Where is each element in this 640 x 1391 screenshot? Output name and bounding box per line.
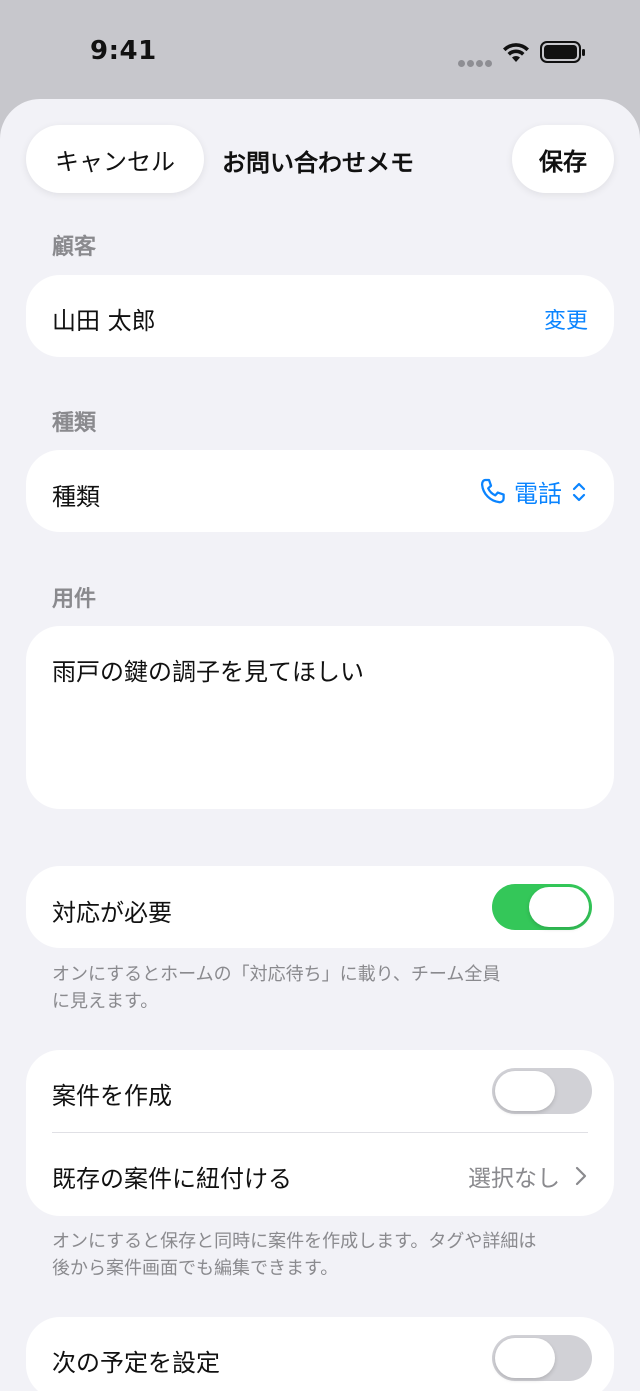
next-schedule-toggle[interactable] [492,1335,592,1381]
link-existing-case-label: 既存の案件に紐付ける [52,1165,292,1193]
link-existing-case-value-wrap: 選択なし [468,1159,588,1193]
inquiry-memo-sheet: キャンセル お問い合わせメモ 保存 顧客 山田 太郎 変更 種類 種類 電話 用… [0,99,640,1391]
save-button[interactable]: 保存 [512,125,614,193]
status-bar: 9:41 [0,0,640,100]
action-required-footnote-line1: オンにするとホームの「対応待ち」に載り、チーム全員 [52,964,501,985]
phone-icon [480,478,505,503]
next-schedule-label: 次の予定を設定 [52,1349,220,1377]
subject-text: 雨戸の鍵の調子を見てほしい [52,658,364,686]
customer-section-header: 顧客 [52,235,97,260]
type-row-label: 種類 [52,483,100,511]
customer-name: 山田 太郎 [52,307,156,335]
toggle-knob [495,1071,555,1111]
type-card: 種類 電話 [26,450,614,532]
create-case-label: 案件を作成 [52,1082,172,1110]
toggle-knob [529,887,589,927]
case-card: 案件を作成 既存の案件に紐付ける 選択なし [26,1050,614,1216]
action-required-footnote: オンにするとホームの「対応待ち」に載り、チーム全員 に見えます。 [52,961,552,1015]
type-picker[interactable]: 電話 [476,474,588,509]
sheet-title: お問い合わせメモ [222,149,414,177]
type-section-header: 種類 [52,411,97,436]
action-required-footnote-line2: に見えます。 [52,991,159,1012]
change-customer-button[interactable]: 変更 [544,303,588,335]
toggle-knob [495,1338,555,1378]
cancel-button[interactable]: キャンセル [26,125,204,193]
link-existing-case-row[interactable]: 既存の案件に紐付ける 選択なし [26,1133,614,1216]
case-footnote: オンにすると保存と同時に案件を作成します。タグや詳細は 後から案件画面でも編集で… [52,1228,592,1282]
chevron-up-down-icon [572,482,586,501]
subject-textarea[interactable]: 雨戸の鍵の調子を見てほしい [26,626,614,809]
status-time: 9:41 [90,36,157,66]
signal-dots-icon [458,52,494,71]
subject-section-header: 用件 [52,587,97,612]
screen: 9:41 キャンセル お問い合わせメモ 保存 顧客 山田 太郎 変更 種類 種類 [0,0,640,1391]
case-footnote-line1: オンにすると保存と同時に案件を作成します。タグや詳細は [52,1231,537,1252]
link-existing-case-value: 選択なし [468,1166,560,1192]
create-case-toggle[interactable] [492,1068,592,1114]
action-required-card: 対応が必要 [26,866,614,948]
action-required-toggle[interactable] [492,884,592,930]
battery-icon [540,41,585,63]
next-schedule-card: 次の予定を設定 [26,1317,614,1391]
chevron-right-icon [575,1166,587,1186]
case-footnote-line2: 後から案件画面でも編集できます。 [52,1258,339,1279]
wifi-icon [503,43,529,62]
action-required-label: 対応が必要 [52,899,172,927]
customer-card: 山田 太郎 変更 [26,275,614,357]
type-selected-value: 電話 [514,480,562,508]
